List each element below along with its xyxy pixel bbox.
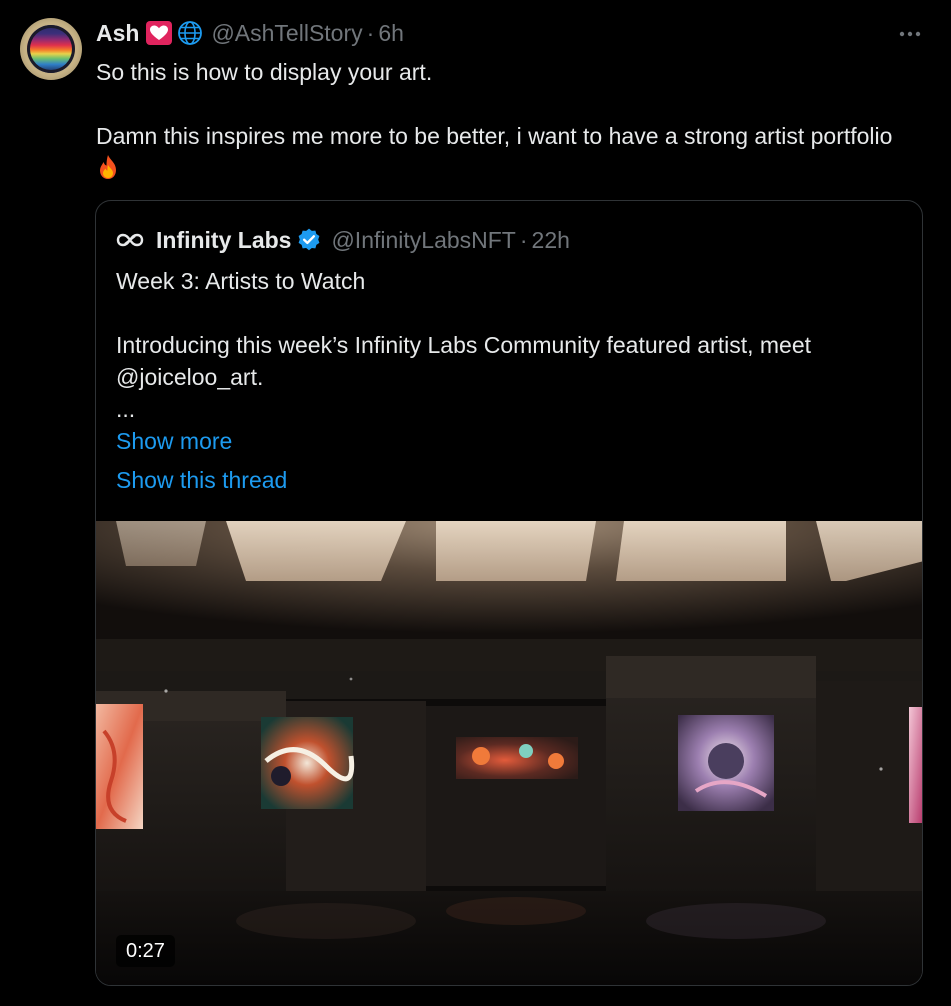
tweet-text: So this is how to display your art. Damn…: [96, 56, 916, 184]
video-player[interactable]: 0:27: [96, 521, 922, 985]
verified-icon: [299, 228, 320, 251]
quote-text-line1: Week 3: Artists to Watch: [116, 268, 366, 294]
quote-text-line2: Introducing this week’s Infinity Labs Co…: [116, 332, 812, 390]
quote-blank-line: [116, 297, 896, 329]
avatar[interactable]: [20, 18, 82, 80]
infinity-logo-icon: [116, 233, 144, 247]
globe-icon: [178, 21, 203, 45]
tweet-text-line1: So this is how to display your art.: [96, 59, 433, 85]
tweet-header: Ash @AshTellStory · 6h: [96, 18, 404, 48]
tweet-text-line2: Damn this inspires me more to be better,…: [96, 123, 893, 149]
video-duration: 0:27: [116, 935, 175, 967]
heart-icon: [146, 21, 173, 45]
quoted-tweet[interactable]: Infinity Labs @InfinityLabsNFT · 22h Wee…: [95, 200, 923, 986]
author-name[interactable]: Ash: [96, 20, 139, 47]
tweet[interactable]: Ash @AshTellStory · 6h So this is how to…: [0, 0, 951, 1006]
fire-icon: [100, 155, 116, 179]
quote-separator-dot: ·: [519, 226, 528, 253]
gallery-video-frame: [96, 521, 922, 985]
show-more-link[interactable]: Show more: [116, 425, 232, 457]
separator-dot: ·: [366, 19, 375, 46]
author-handle[interactable]: @AshTellStory: [211, 20, 362, 47]
more-icon[interactable]: [897, 24, 923, 44]
quote-text: Week 3: Artists to Watch Introducing thi…: [116, 265, 896, 425]
tweet-text-line2-wrap: Damn this inspires me more to be better,…: [96, 120, 916, 184]
quote-header: Infinity Labs @InfinityLabsNFT · 22h: [116, 225, 570, 255]
show-thread-link[interactable]: Show this thread: [116, 464, 287, 496]
quote-text-line3: ...: [116, 396, 136, 422]
quote-author-handle[interactable]: @InfinityLabsNFT: [331, 227, 515, 254]
tweet-time[interactable]: 6h: [378, 20, 404, 47]
avatar-image: [27, 25, 75, 73]
quote-time[interactable]: 22h: [532, 227, 570, 254]
quote-author-name[interactable]: Infinity Labs: [156, 227, 291, 254]
